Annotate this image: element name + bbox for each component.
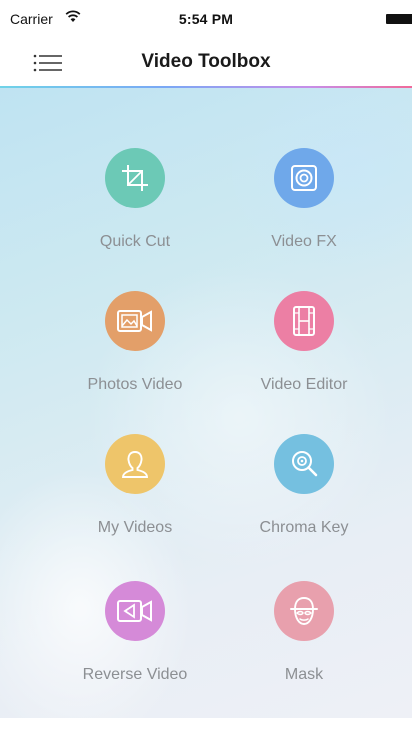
tool-label: Quick Cut xyxy=(99,233,171,250)
tool-label: Chroma Key xyxy=(259,519,349,536)
reverse-camera-icon xyxy=(105,581,165,641)
page-title: Video Toolbox xyxy=(141,51,271,72)
tool-video-fx[interactable]: Video FX xyxy=(219,148,389,278)
tool-chroma-key[interactable]: Chroma Key xyxy=(219,434,389,564)
tool-label: My Videos xyxy=(97,519,173,536)
status-time: 5:54 PM xyxy=(178,11,234,27)
navigation-bar: Video Toolbox xyxy=(0,40,412,86)
tool-my-videos[interactable]: My Videos xyxy=(50,434,220,564)
tool-reverse-video[interactable]: Reverse Video xyxy=(50,581,220,711)
tool-quick-cut[interactable]: Quick Cut xyxy=(50,148,220,278)
film-strip-icon xyxy=(274,291,334,351)
app-screen: Carrier 5:54 PM Video Toolbox Quick Cut … xyxy=(0,0,412,741)
speaker-icon xyxy=(274,148,334,208)
person-icon xyxy=(105,434,165,494)
tool-label: Video Editor xyxy=(260,376,348,393)
magnifier-icon xyxy=(274,434,334,494)
tool-label: Mask xyxy=(284,666,324,683)
battery-icon xyxy=(386,14,412,24)
tool-label: Video FX xyxy=(271,233,337,250)
crop-icon xyxy=(105,148,165,208)
tool-video-editor[interactable]: Video Editor xyxy=(219,291,389,421)
tool-photos-video[interactable]: Photos Video xyxy=(50,291,220,421)
tool-label: Reverse Video xyxy=(82,666,188,683)
tool-label: Photos Video xyxy=(87,376,183,393)
mask-icon xyxy=(274,581,334,641)
photo-video-icon xyxy=(105,291,165,351)
bottom-area xyxy=(0,718,412,741)
status-bar: Carrier 5:54 PM xyxy=(0,0,412,40)
tool-mask[interactable]: Mask xyxy=(219,581,389,711)
tools-grid: Quick Cut Video FX Photos Video Video Ed… xyxy=(0,88,412,718)
